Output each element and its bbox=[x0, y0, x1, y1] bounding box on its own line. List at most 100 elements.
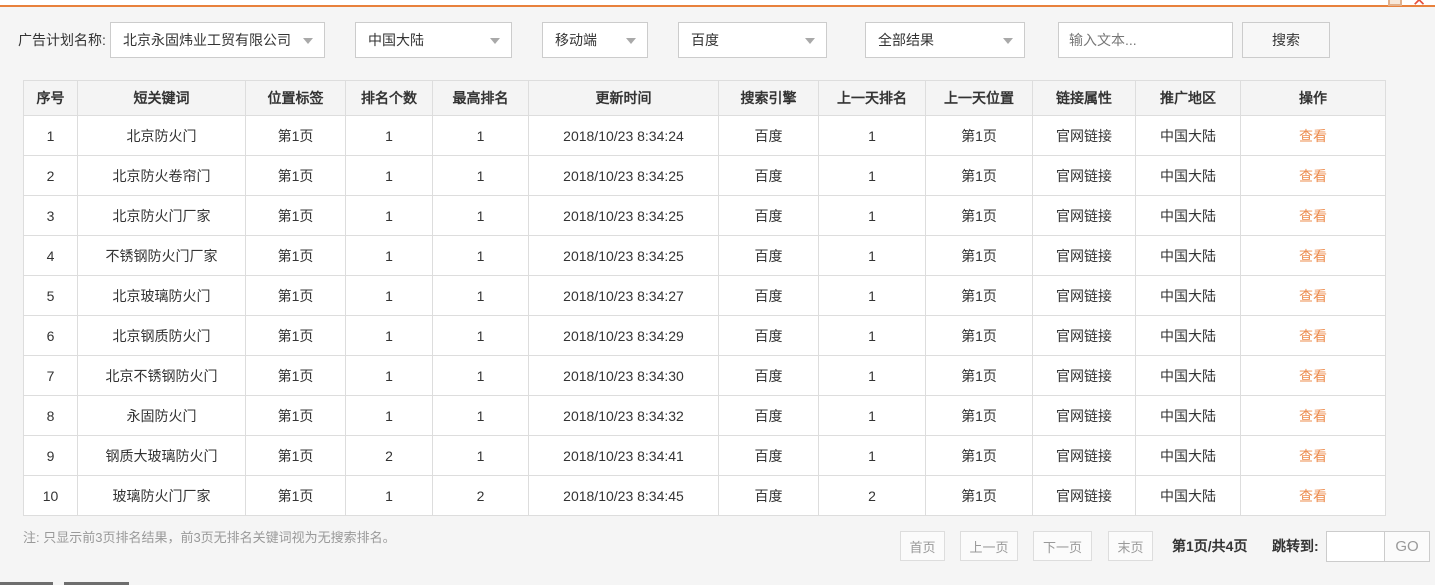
action-cell: 查看 bbox=[1240, 315, 1386, 356]
region-select-value: 中国大陆 bbox=[368, 32, 424, 48]
maximize-icon[interactable] bbox=[1388, 0, 1402, 6]
table-cell: 1 bbox=[345, 195, 433, 236]
view-link[interactable]: 查看 bbox=[1299, 368, 1327, 384]
jump-page-input[interactable] bbox=[1327, 532, 1384, 561]
chevron-down-icon bbox=[303, 38, 313, 44]
table-cell: 1 bbox=[345, 395, 433, 436]
device-select-value: 移动端 bbox=[555, 32, 597, 48]
column-header: 更新时间 bbox=[528, 80, 719, 116]
chevron-down-icon bbox=[805, 38, 815, 44]
table-cell: 官网链接 bbox=[1032, 435, 1136, 476]
result-filter-value: 全部结果 bbox=[878, 32, 934, 48]
table-body: 1 北京防火门 第1页 1 1 2018/10/23 8:34:24 百度 1 第1页 官网链接中… bbox=[23, 115, 1386, 516]
table-cell: 1 bbox=[818, 235, 926, 276]
table-cell: 百度 bbox=[718, 275, 819, 316]
keyword-search-input[interactable] bbox=[1058, 22, 1233, 58]
table-cell: 1 bbox=[432, 155, 529, 196]
view-link[interactable]: 查看 bbox=[1299, 168, 1327, 184]
table-cell: 第1页 bbox=[925, 275, 1033, 316]
table-cell: 4 bbox=[23, 235, 78, 276]
last-page-button[interactable]: 末页 bbox=[1108, 531, 1153, 561]
table-cell: 2018/10/23 8:34:24 bbox=[528, 115, 719, 156]
table-cell: 百度 bbox=[718, 115, 819, 156]
table-cell: 8 bbox=[23, 395, 78, 436]
next-page-button[interactable]: 下一页 bbox=[1033, 531, 1092, 561]
table-cell: 北京钢质防火门 bbox=[77, 315, 246, 356]
go-button[interactable]: GO bbox=[1384, 532, 1429, 561]
table-row: 4 不锈钢防火门厂家 第1页 1 1 2018/10/23 8:34:25 百度 1 第1页 官网… bbox=[23, 235, 1386, 276]
column-header: 链接属性 bbox=[1032, 80, 1136, 116]
view-link[interactable]: 查看 bbox=[1299, 488, 1327, 504]
table-cell: 2018/10/23 8:34:25 bbox=[528, 155, 719, 196]
table-cell: 1 bbox=[345, 275, 433, 316]
table-cell: 第1页 bbox=[925, 115, 1033, 156]
table-row: 9 钢质大玻璃防火门 第1页 2 1 2018/10/23 8:34:41 百度 1 第1页 官网… bbox=[23, 435, 1386, 476]
table-cell: 北京防火门厂家 bbox=[77, 195, 246, 236]
table-cell: 百度 bbox=[718, 315, 819, 356]
column-header: 位置标签 bbox=[245, 80, 346, 116]
jump-to-label: 跳转到: bbox=[1272, 538, 1319, 554]
region-select[interactable]: 中国大陆 bbox=[355, 22, 512, 58]
table-cell: 北京玻璃防火门 bbox=[77, 275, 246, 316]
table-cell: 第1页 bbox=[245, 475, 346, 516]
table-cell: 中国大陆 bbox=[1135, 475, 1241, 516]
result-filter-select[interactable]: 全部结果 bbox=[865, 22, 1025, 58]
table-cell: 官网链接 bbox=[1032, 475, 1136, 516]
table-cell: 百度 bbox=[718, 195, 819, 236]
table-cell: 官网链接 bbox=[1032, 315, 1136, 356]
view-link[interactable]: 查看 bbox=[1299, 208, 1327, 224]
column-header: 上一天位置 bbox=[925, 80, 1033, 116]
table-cell: 1 bbox=[23, 115, 78, 156]
action-cell: 查看 bbox=[1240, 355, 1386, 396]
page-info: 第1页/共4页 bbox=[1172, 538, 1248, 554]
table-cell: 1 bbox=[432, 235, 529, 276]
column-header: 短关键词 bbox=[77, 80, 246, 116]
table-cell: 1 bbox=[818, 195, 926, 236]
table-row: 10 玻璃防火门厂家 第1页 1 2 2018/10/23 8:34:45 百度 2 第1页 官网… bbox=[23, 475, 1386, 516]
accent-top-line bbox=[0, 5, 1435, 7]
table-cell: 中国大陆 bbox=[1135, 235, 1241, 276]
table-cell: 1 bbox=[432, 435, 529, 476]
view-link[interactable]: 查看 bbox=[1299, 448, 1327, 464]
view-link[interactable]: 查看 bbox=[1299, 328, 1327, 344]
footnote: 注: 只显示前3页排名结果，前3页无排名关键词视为无搜索排名。 bbox=[23, 530, 396, 545]
table-row: 2 北京防火卷帘门 第1页 1 1 2018/10/23 8:34:25 百度 1 第1页 官网链… bbox=[23, 155, 1386, 196]
table-cell: 2018/10/23 8:34:30 bbox=[528, 355, 719, 396]
table-cell: 第1页 bbox=[245, 235, 346, 276]
table-cell: 第1页 bbox=[245, 355, 346, 396]
table-cell: 2018/10/23 8:34:45 bbox=[528, 475, 719, 516]
table-cell: 2018/10/23 8:34:25 bbox=[528, 235, 719, 276]
table-cell: 第1页 bbox=[245, 435, 346, 476]
table-cell: 7 bbox=[23, 355, 78, 396]
table-cell: 2 bbox=[23, 155, 78, 196]
plan-name-label: 广告计划名称: bbox=[18, 32, 106, 48]
table-cell: 第1页 bbox=[245, 395, 346, 436]
table-cell: 2018/10/23 8:34:32 bbox=[528, 395, 719, 436]
table-cell: 中国大陆 bbox=[1135, 155, 1241, 196]
table-cell: 第1页 bbox=[925, 395, 1033, 436]
search-button[interactable]: 搜索 bbox=[1242, 22, 1330, 58]
table-header-row: 序号 短关键词 位置标签 排名个数 最高排名 更新时间 搜索引擎 上一天排名 上一天位置 链接属性… bbox=[23, 80, 1386, 116]
table-cell: 百度 bbox=[718, 355, 819, 396]
view-link[interactable]: 查看 bbox=[1299, 128, 1327, 144]
view-link[interactable]: 查看 bbox=[1299, 288, 1327, 304]
table-cell: 官网链接 bbox=[1032, 355, 1136, 396]
prev-page-button[interactable]: 上一页 bbox=[960, 531, 1018, 561]
table-cell: 1 bbox=[818, 155, 926, 196]
table-row: 1 北京防火门 第1页 1 1 2018/10/23 8:34:24 百度 1 第1页 官网链接中… bbox=[23, 115, 1386, 156]
table-cell: 第1页 bbox=[245, 315, 346, 356]
table-cell: 官网链接 bbox=[1032, 155, 1136, 196]
table-cell: 1 bbox=[432, 315, 529, 356]
engine-select[interactable]: 百度 bbox=[678, 22, 827, 58]
table-cell: 北京防火卷帘门 bbox=[77, 155, 246, 196]
view-link[interactable]: 查看 bbox=[1299, 408, 1327, 424]
view-link[interactable]: 查看 bbox=[1299, 248, 1327, 264]
table-cell: 第1页 bbox=[925, 475, 1033, 516]
first-page-button[interactable]: 首页 bbox=[900, 531, 945, 561]
table-cell: 官网链接 bbox=[1032, 235, 1136, 276]
table-cell: 钢质大玻璃防火门 bbox=[77, 435, 246, 476]
keyword-rank-page: ✕ 广告计划名称: 北京永固炜业工贸有限公司 中国大陆 移动端 百度 全部结果 … bbox=[0, 0, 1435, 585]
device-select[interactable]: 移动端 bbox=[542, 22, 648, 58]
close-icon[interactable]: ✕ bbox=[1412, 0, 1434, 8]
plan-select[interactable]: 北京永固炜业工贸有限公司 bbox=[110, 22, 325, 58]
